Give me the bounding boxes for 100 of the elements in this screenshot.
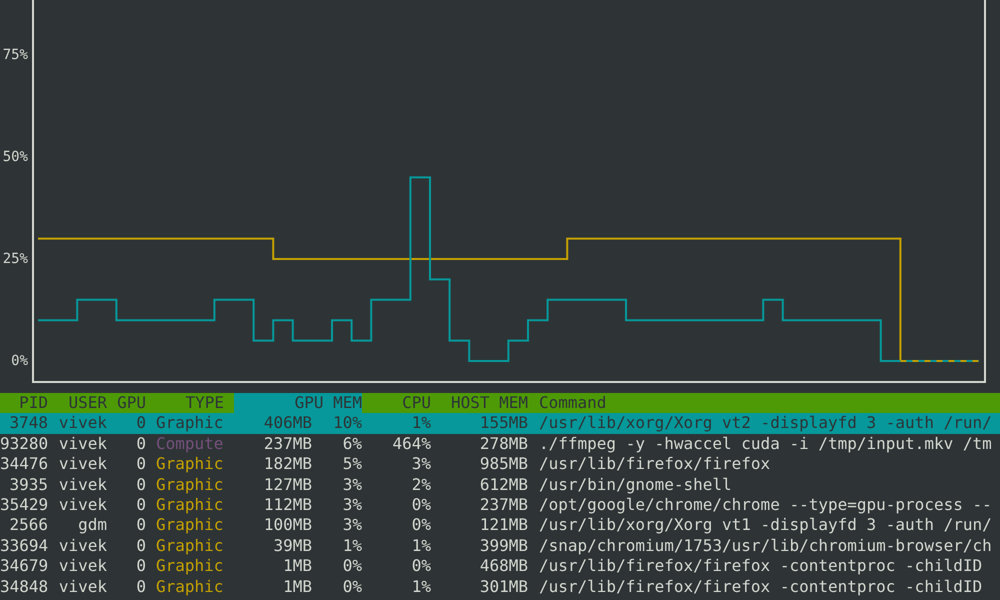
table-cell-text: /usr/bin/gnome-shell bbox=[538, 474, 733, 495]
table-cell-text: 278MB bbox=[478, 434, 529, 454]
table-cell-text: vivek bbox=[58, 413, 107, 434]
table-cell-text: Graphic bbox=[155, 515, 224, 536]
table-cell-text: ./ffmpeg -y -hwaccel cuda -i /tmp/input.mkv /tm bbox=[538, 434, 993, 454]
table-cell-text: 406MB bbox=[262, 413, 312, 434]
table-cell: 35429 bbox=[0, 494, 48, 516]
column-header: CPU bbox=[401, 393, 431, 414]
table-cell-text: 237MB bbox=[478, 494, 529, 516]
table-cell-text: /usr/lib/firefox/firefox -contentproc -childID bbox=[538, 556, 984, 577]
process-row[interactable]: 93280 vivek 0 Compute 237MB 6% 464% 278MB ./ffmpeg -y -hwaccel cuda -i /tmp/input.mkv /tm bbox=[0, 434, 1000, 454]
table-cell-text: 0% bbox=[410, 494, 431, 516]
table-cell-text: 121MB bbox=[478, 515, 529, 536]
table-cell-text: 0 bbox=[135, 494, 146, 516]
table-cell-text: 464% bbox=[391, 434, 431, 454]
table-cell-text: /usr/lib/xorg/Xorg vt2 -displayfd 3 -auth /run/ bbox=[538, 413, 993, 434]
table-cell-text: 301MB bbox=[478, 576, 529, 597]
process-row[interactable]: 33694 vivek 0 Graphic 39MB 1% 1% 399MB /snap/chromium/1753/usr/lib/chromium-browser/ch bbox=[0, 536, 1000, 556]
y-axis-label: 50% bbox=[2, 149, 28, 165]
process-row[interactable]: 3748 vivek 0 Graphic 406MB 10% 1% 155MB /usr/lib/xorg/Xorg vt2 -displayfd 3 -auth /run/ bbox=[0, 413, 1000, 434]
y-axis-label: 0% bbox=[11, 353, 28, 369]
table-cell-text: 5% bbox=[342, 454, 362, 475]
table-cell-text: 10% bbox=[332, 413, 362, 434]
table-cell-text: Compute bbox=[155, 434, 224, 454]
table-cell-text: 6% bbox=[342, 434, 362, 454]
table-cell-text: 3% bbox=[342, 515, 362, 536]
process-row[interactable]: 2566 gdm 0 Graphic 100MB 3% 0% 121MB /usr/lib/xorg/Xorg vt1 -displayfd 3 -auth /run/ bbox=[0, 515, 1000, 536]
table-cell: 93280 bbox=[0, 434, 48, 454]
process-row[interactable]: 34476 vivek 0 Graphic 182MB 5% 3% 985MB /usr/lib/firefox/firefox bbox=[0, 454, 1000, 475]
table-cell-text: Graphic bbox=[155, 474, 224, 495]
table-cell-text: /opt/google/chrome/chrome --type=gpu-process -- bbox=[538, 494, 993, 516]
table-cell-text: 2566 bbox=[8, 515, 48, 536]
table-cell-text: vivek bbox=[58, 494, 107, 516]
table-cell-text: 3935 bbox=[8, 474, 48, 495]
process-row[interactable]: 3935 vivek 0 Graphic 127MB 3% 2% 612MB /usr/bin/gnome-shell bbox=[0, 474, 1000, 495]
table-cell-text: 3% bbox=[410, 454, 431, 475]
y-axis-label: 25% bbox=[2, 251, 28, 267]
table-cell-text: 127MB bbox=[262, 474, 312, 495]
table-cell-text: 985MB bbox=[478, 454, 529, 475]
table-cell: 34848 bbox=[0, 576, 48, 597]
table-cell-text: 0 bbox=[135, 536, 146, 556]
process-row[interactable]: 35429 vivek 0 Graphic 112MB 3% 0% 237MB /opt/google/chrome/chrome --type=gpu-process -- bbox=[0, 494, 1000, 516]
column-header: GPU MEM bbox=[234, 393, 362, 414]
table-cell-text: vivek bbox=[58, 454, 107, 475]
table-cell-text: gdm bbox=[77, 515, 107, 536]
table-cell-text: 3% bbox=[342, 494, 362, 516]
table-cell-text: vivek bbox=[58, 576, 107, 597]
table-cell: 34476 bbox=[0, 454, 48, 475]
table-cell-text: /snap/chromium/1753/usr/lib/chromium-browser/ch bbox=[538, 536, 993, 556]
table-cell-text: Graphic bbox=[155, 413, 224, 434]
table-cell-text: 0 bbox=[135, 434, 146, 454]
table-cell-text: Graphic bbox=[155, 494, 224, 516]
table-cell-text: 100MB bbox=[262, 515, 312, 536]
table-cell-text: 0% bbox=[410, 515, 431, 536]
table-cell-text: 468MB bbox=[478, 556, 529, 577]
table-cell-text: vivek bbox=[58, 536, 107, 556]
table-cell-text: 1% bbox=[410, 576, 431, 597]
table-cell-text: 3748 bbox=[8, 413, 48, 434]
table-cell-text: 2% bbox=[410, 474, 431, 495]
column-header: USER bbox=[67, 393, 107, 414]
table-cell-text: 1% bbox=[410, 536, 431, 556]
column-header: PID bbox=[18, 393, 48, 414]
process-row[interactable]: 34848 vivek 0 Graphic 1MB 0% 1% 301MB /usr/lib/firefox/firefox -contentproc -childID bbox=[0, 576, 1000, 597]
table-cell-text: vivek bbox=[58, 474, 107, 495]
table-cell-text: 1% bbox=[342, 536, 362, 556]
column-header: Command bbox=[538, 393, 608, 414]
table-cell-text: 0 bbox=[135, 413, 146, 434]
table-cell-text: Graphic bbox=[155, 556, 224, 577]
table-cell-text: 3% bbox=[342, 474, 362, 495]
table-cell-text: /usr/lib/firefox/firefox bbox=[538, 454, 772, 475]
column-header: TYPE bbox=[184, 393, 225, 414]
table-cell-text: 612MB bbox=[478, 474, 529, 495]
table-cell-text: 0 bbox=[135, 474, 146, 495]
table-cell-text: vivek bbox=[58, 556, 107, 577]
column-header: GPU bbox=[116, 393, 146, 414]
table-cell: 33694 bbox=[0, 536, 48, 556]
table-cell-text: 155MB bbox=[478, 413, 529, 434]
table-cell-text: 237MB bbox=[262, 434, 312, 454]
process-row[interactable]: 34679 vivek 0 Graphic 1MB 0% 0% 468MB /usr/lib/firefox/firefox -contentproc -childID bbox=[0, 556, 1000, 577]
table-cell-text: 0% bbox=[342, 576, 362, 597]
table-cell-text: 112MB bbox=[262, 494, 312, 516]
table-cell-text: 1MB bbox=[282, 556, 312, 577]
table-cell-text: /usr/lib/xorg/Xorg vt1 -displayfd 3 -auth /run/ bbox=[538, 515, 993, 536]
table-cell-text: 182MB bbox=[262, 454, 312, 475]
table-cell-text: 1MB bbox=[282, 576, 312, 597]
table-cell-text: 0 bbox=[135, 454, 146, 475]
y-axis-label: 75% bbox=[2, 47, 28, 63]
table-cell-text: /usr/lib/firefox/firefox -contentproc -childID bbox=[538, 576, 984, 597]
table-cell-text: 0 bbox=[135, 556, 146, 577]
column-header: HOST MEM bbox=[450, 393, 529, 414]
table-cell-text: Graphic bbox=[155, 454, 224, 475]
table-cell: 34679 bbox=[0, 556, 48, 577]
table-cell-text: 0 bbox=[135, 515, 146, 536]
table-cell-text: 0 bbox=[135, 576, 146, 597]
table-cell-text: 0% bbox=[342, 556, 362, 577]
table-cell-text: Graphic bbox=[155, 576, 224, 597]
table-cell-text: 399MB bbox=[478, 536, 529, 556]
table-cell-text: vivek bbox=[58, 434, 107, 454]
table-cell-text: 0% bbox=[410, 556, 431, 577]
table-cell-text: 1% bbox=[410, 413, 431, 434]
